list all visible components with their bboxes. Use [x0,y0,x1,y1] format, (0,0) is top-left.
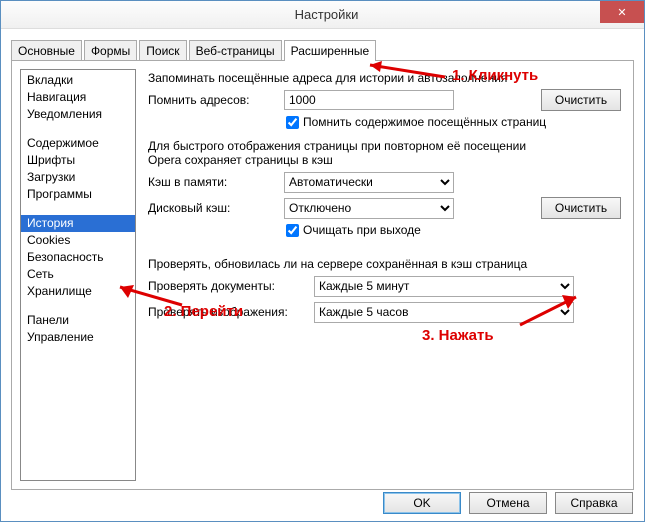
tab-поиск[interactable]: Поиск [139,40,186,61]
check-heading: Проверять, обновилась ли на сервере сохр… [148,257,621,271]
close-icon: ✕ [617,6,626,19]
sidebar-item-cookies[interactable]: Cookies [21,232,135,249]
check-docs-select[interactable]: Каждые 5 минут [314,276,574,297]
clear-on-exit-label: Очищать при выходе [303,223,421,237]
settings-sidebar: Вкладки Навигация Уведомления Содержимое… [20,69,136,481]
check-imgs-label: Проверять изображения: [148,305,308,319]
sidebar-item-загрузки[interactable]: Загрузки [21,169,135,186]
main-panel: Запоминать посещённые адреса для истории… [136,69,625,481]
diskcache-select[interactable]: Отключено [284,198,454,219]
remember-addresses-input[interactable] [284,90,454,110]
help-button[interactable]: Справка [555,492,633,514]
clear-history-button[interactable]: Очистить [541,89,621,111]
sidebar-item-навигация[interactable]: Навигация [21,89,135,106]
tab-body: Вкладки Навигация Уведомления Содержимое… [11,60,634,490]
ok-button[interactable]: OK [383,492,461,514]
dialog-footer: OK Отмена Справка [383,492,633,514]
clear-cache-button[interactable]: Очистить [541,197,621,219]
sidebar-item-содержимое[interactable]: Содержимое [21,135,135,152]
close-button[interactable]: ✕ [600,1,644,23]
window-title: Настройки [9,7,644,22]
sidebar-item-шрифты[interactable]: Шрифты [21,152,135,169]
sidebar-item-безопасность[interactable]: Безопасность [21,249,135,266]
check-imgs-select[interactable]: Каждые 5 часов [314,302,574,323]
cache-desc: Для быстрого отображения страницы при по… [148,139,621,167]
tab-расширенные[interactable]: Расширенные [284,40,377,61]
sidebar-item-программы[interactable]: Программы [21,186,135,203]
tab-формы[interactable]: Формы [84,40,137,61]
titlebar: Настройки ✕ [1,1,644,29]
cancel-button[interactable]: Отмена [469,492,547,514]
sidebar-item-история[interactable]: История [21,215,135,232]
sidebar-item-уведомления[interactable]: Уведомления [21,106,135,123]
history-heading: Запоминать посещённые адреса для истории… [148,71,621,85]
tab-веб-страницы[interactable]: Веб-страницы [189,40,282,61]
diskcache-label: Дисковый кэш: [148,201,278,215]
remember-label: Помнить адресов: [148,93,278,107]
sidebar-item-хранилище[interactable]: Хранилище [21,283,135,300]
remember-content-label: Помнить содержимое посещённых страниц [303,115,546,129]
tab-основные[interactable]: Основные [11,40,82,61]
memcache-label: Кэш в памяти: [148,175,278,189]
clear-on-exit-checkbox[interactable] [286,224,299,237]
tab-strip: Основные Формы Поиск Веб-страницы Расшир… [11,39,634,60]
check-docs-label: Проверять документы: [148,279,308,293]
sidebar-item-вкладки[interactable]: Вкладки [21,72,135,89]
sidebar-item-панели[interactable]: Панели [21,312,135,329]
sidebar-item-управление[interactable]: Управление [21,329,135,346]
remember-content-checkbox[interactable] [286,116,299,129]
sidebar-item-сеть[interactable]: Сеть [21,266,135,283]
memcache-select[interactable]: Автоматически [284,172,454,193]
